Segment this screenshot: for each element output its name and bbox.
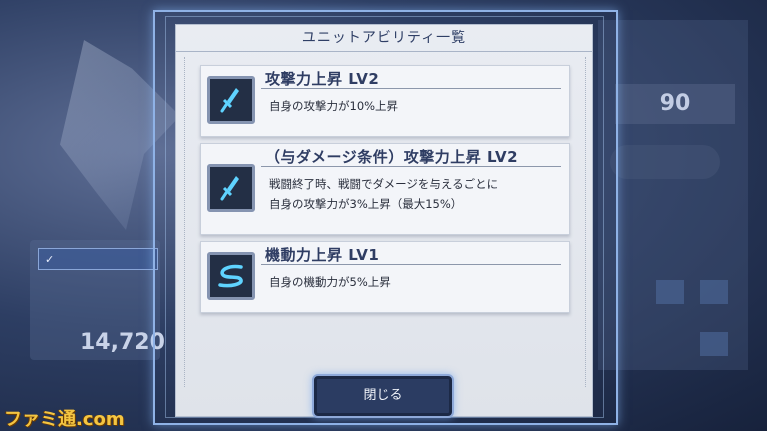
swoosh-icon [207, 252, 255, 300]
description-line: 自身の攻撃力が3%上昇（最大15%） [269, 197, 463, 211]
side-button [700, 280, 728, 304]
dialog-header: ユニットアビリティ一覧 [176, 25, 592, 52]
side-button [700, 332, 728, 356]
unit-ability-dialog: ユニットアビリティ一覧 攻撃力上昇 LV2 自身の攻撃力が10%上昇 （与ダメー… [175, 24, 593, 417]
ability-description: 戦闘終了時、戦闘でダメージを与えるごとに 自身の攻撃力が3%上昇（最大15%） [269, 174, 498, 214]
close-button[interactable]: 閉じる [312, 374, 454, 418]
divider [261, 264, 561, 265]
description-line: 自身の機動力が5%上昇 [269, 275, 391, 289]
ability-description: 自身の機動力が5%上昇 [269, 272, 391, 292]
sword-icon [207, 164, 255, 212]
dots-control [610, 145, 720, 179]
side-button [656, 280, 684, 304]
ability-description: 自身の攻撃力が10%上昇 [269, 96, 398, 116]
unit-status-chip: ✓ [38, 248, 158, 270]
ability-name: 機動力上昇 LV1 [265, 246, 380, 264]
mecha-silhouette [60, 40, 180, 230]
right-side-panel [598, 20, 748, 370]
combat-power-value: 14,720 [80, 330, 165, 355]
ability-name: （与ダメージ条件）攻撃力上昇 LV2 [265, 148, 519, 166]
sword-icon [207, 76, 255, 124]
divider [261, 88, 561, 89]
ability-name: 攻撃力上昇 LV2 [265, 70, 380, 88]
divider [261, 166, 561, 167]
ability-card: 攻撃力上昇 LV2 自身の攻撃力が10%上昇 [200, 65, 570, 137]
watermark-logo: ファミ通.com [4, 409, 125, 430]
description-line: 自身の攻撃力が10%上昇 [269, 99, 399, 113]
dialog-title: ユニットアビリティ一覧 [301, 30, 467, 46]
ability-card: 機動力上昇 LV1 自身の機動力が5%上昇 [200, 241, 570, 313]
description-line: 戦闘終了時、戦闘でダメージを与えるごとに [269, 177, 499, 191]
stat-value: 90 [615, 84, 735, 124]
ability-card: （与ダメージ条件）攻撃力上昇 LV2 戦闘終了時、戦闘でダメージを与えるごとに … [200, 143, 570, 235]
